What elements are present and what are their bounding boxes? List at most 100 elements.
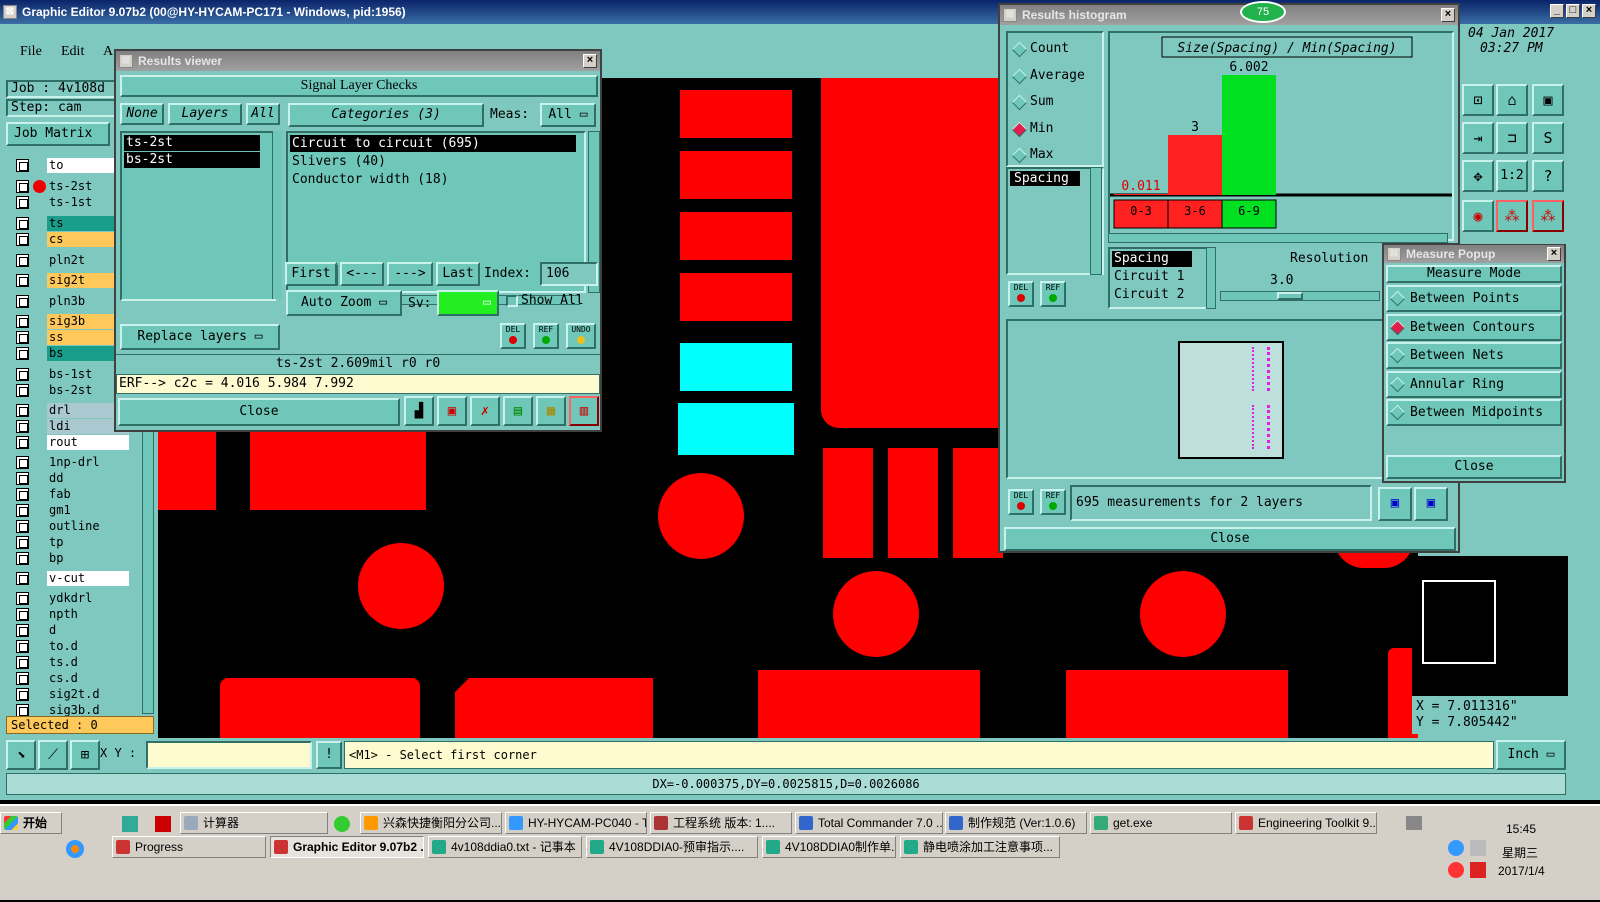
layer-row[interactable]: cs.d (14, 671, 130, 686)
toolbar-fit-icon[interactable]: ⊐ (1496, 122, 1528, 154)
taskbar-item[interactable]: 4v108ddia0.txt - 记事本 (428, 836, 582, 858)
preview-del-button[interactable]: DEL (1008, 489, 1034, 515)
result-layer-item[interactable]: bs-2st (124, 152, 260, 168)
measure-mode-option[interactable]: Between Contours (1386, 313, 1562, 341)
next-nav[interactable]: ---> (387, 262, 433, 286)
field-detail-item[interactable]: Circuit 2 (1112, 287, 1192, 303)
layer-select-icon[interactable]: ▤ (503, 396, 533, 426)
toolbar-scale-icon[interactable]: 1:2 (1496, 160, 1528, 192)
layer-row[interactable]: sig2t.d (14, 687, 130, 702)
layer-row[interactable]: 1np-drl (14, 455, 130, 470)
layer-list-scrollbar[interactable] (272, 131, 282, 299)
xy-input[interactable] (146, 741, 312, 769)
prev-nav[interactable]: <--- (340, 262, 384, 286)
layer-row[interactable]: ts-1st (14, 195, 130, 210)
taskbar-item[interactable]: Graphic Editor 9.07b2 ... (270, 836, 424, 858)
layer-checkbox[interactable] (16, 536, 29, 549)
show-all-checkbox[interactable] (506, 295, 518, 307)
preview-ref-button[interactable]: REF (1040, 489, 1066, 515)
hist-del-button[interactable]: DEL (1008, 281, 1034, 307)
browser-icon[interactable] (334, 816, 350, 832)
sv-color-select[interactable]: ▭ (437, 290, 499, 316)
layer-row[interactable]: ldi (14, 419, 130, 434)
menu-action[interactable]: A (103, 44, 113, 60)
taskbar-item[interactable]: 4V108DDIA0制作单.xls ... (762, 836, 896, 858)
layer-checkbox[interactable] (16, 456, 29, 469)
taskbar-item[interactable]: 4V108DDIA0-预审指示.... (586, 836, 758, 858)
highlight-icon[interactable]: ▣ (437, 396, 467, 426)
layer-row[interactable]: dd (14, 471, 130, 486)
menu-file[interactable]: File (20, 44, 42, 60)
field-scrollbar[interactable] (1090, 167, 1102, 275)
radio-icon[interactable] (1011, 68, 1028, 84)
aggregate-option[interactable]: Min (1030, 121, 1053, 136)
all-button[interactable]: All (246, 103, 280, 125)
report-icon[interactable]: ▦ (536, 396, 566, 426)
clock-time[interactable]: 15:45 (1506, 822, 1536, 836)
minimize-icon[interactable]: _ (1550, 4, 1564, 18)
hist-ref-button[interactable]: REF (1040, 281, 1066, 307)
layer-checkbox[interactable] (16, 404, 29, 417)
histogram-close-button[interactable]: Close (1004, 527, 1456, 551)
layer-row[interactable]: npth (14, 607, 130, 622)
toolbar-move-icon[interactable]: ✥ (1462, 160, 1494, 192)
taskbar-item[interactable]: 计算器 (180, 812, 328, 834)
measure-mode-option[interactable]: Between Midpoints (1386, 399, 1562, 426)
job-matrix-button[interactable]: Job Matrix (6, 122, 110, 146)
toolbar-drc-icon[interactable]: ⁂ (1496, 200, 1528, 232)
layer-row[interactable]: to.d (14, 639, 130, 654)
layer-checkbox[interactable] (16, 572, 29, 585)
result-layer-list[interactable]: ts-2st bs-2st (120, 131, 276, 301)
start-button[interactable]: 开始 (0, 812, 62, 834)
toolbar-net-icon[interactable]: ⁂ (1532, 200, 1564, 232)
measure-close-button[interactable]: Close (1386, 455, 1562, 479)
toolbar-help-icon[interactable]: ? (1532, 160, 1564, 192)
resolution-slider[interactable] (1220, 291, 1380, 301)
layer-row[interactable]: v-cut (14, 571, 130, 586)
layer-checkbox[interactable] (16, 347, 29, 360)
fit-preview-icon[interactable]: ▣ (1414, 487, 1448, 521)
del-button[interactable]: DEL (500, 323, 526, 349)
grid-mode-icon[interactable]: ⊞ (70, 740, 100, 770)
zoom-preview-icon[interactable]: ▣ (1378, 487, 1412, 521)
layer-row[interactable]: drl (14, 403, 130, 418)
taskbar-item[interactable]: Progress (112, 836, 266, 858)
layer-row[interactable]: tp (14, 535, 130, 550)
undo-button[interactable]: UNDO (566, 323, 596, 349)
first-nav[interactable]: First (285, 262, 337, 286)
measure-mode-icon[interactable]: ⟋ (38, 740, 68, 770)
histogram-chart[interactable]: Size(Spacing) / Min(Spacing) 0.011 0-3 3 3-6… (1110, 33, 1452, 239)
quick-launch-icon[interactable] (122, 816, 138, 832)
layer-row[interactable]: gm1 (14, 503, 130, 518)
meas-select[interactable]: All ▭ (540, 103, 596, 127)
tray-icon[interactable] (1448, 840, 1464, 856)
taskbar-item[interactable]: 兴森快捷衡阳分公司... (360, 812, 502, 834)
layer-checkbox[interactable] (16, 196, 29, 209)
maximize-icon[interactable]: □ (1566, 4, 1580, 18)
auto-zoom-select[interactable]: Auto Zoom ▭ (286, 290, 402, 316)
aggregate-option[interactable]: Sum (1030, 94, 1053, 109)
layer-checkbox[interactable] (16, 384, 29, 397)
radio-icon[interactable] (1011, 121, 1028, 137)
layer-row[interactable]: ts-2st (14, 179, 130, 194)
layer-row[interactable]: to (14, 158, 130, 173)
layer-checkbox[interactable] (16, 159, 29, 172)
category-item[interactable]: Circuit to circuit (695) (290, 135, 576, 152)
layer-checkbox[interactable] (16, 436, 29, 449)
layer-row[interactable]: bp (14, 551, 130, 566)
close-icon[interactable]: × (1582, 4, 1596, 18)
layer-row[interactable]: fab (14, 487, 130, 502)
layer-row[interactable]: sig2t (14, 273, 130, 288)
layer-checkbox[interactable] (16, 274, 29, 287)
tray-icon[interactable] (1470, 862, 1486, 878)
slider-thumb[interactable] (1277, 292, 1303, 300)
layer-checkbox[interactable] (16, 672, 29, 685)
layer-checkbox[interactable] (16, 624, 29, 637)
layer-row[interactable]: d (14, 623, 130, 638)
close-icon[interactable]: × (1441, 8, 1455, 22)
layer-checkbox[interactable] (16, 608, 29, 621)
aggregate-option[interactable]: Max (1030, 147, 1053, 162)
layer-checkbox[interactable] (16, 315, 29, 328)
field-item-selected[interactable]: Spacing (1010, 171, 1080, 186)
layer-row[interactable]: sig3b (14, 314, 130, 329)
